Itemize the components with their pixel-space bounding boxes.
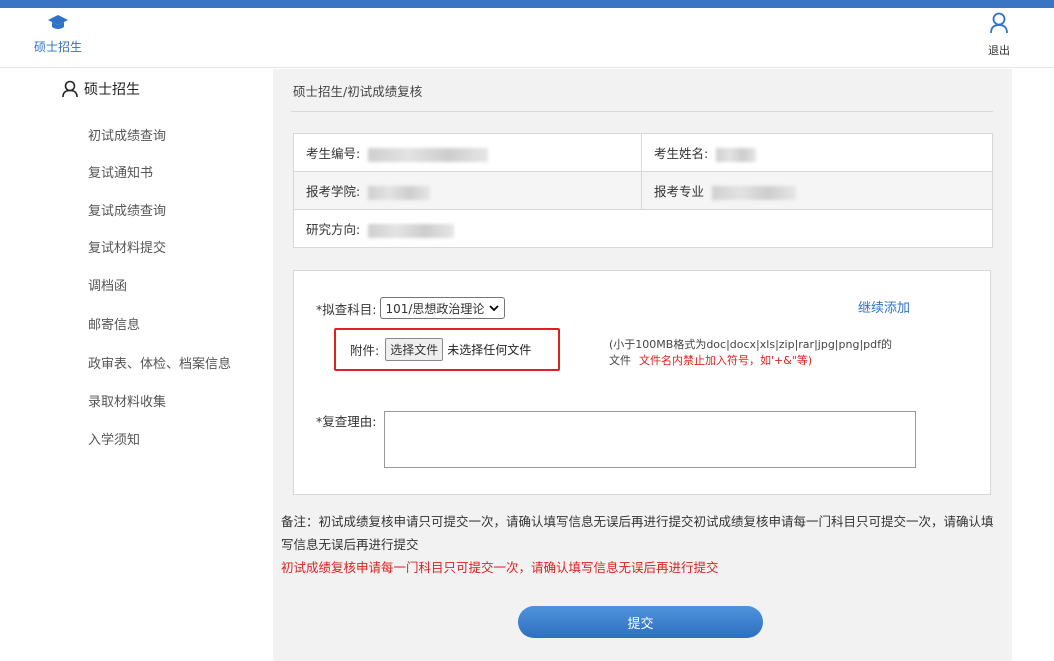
logout-button[interactable]: 退出	[984, 12, 1014, 58]
divider	[291, 111, 993, 112]
sidebar-item-retest-materials[interactable]: 复试材料提交	[88, 237, 166, 256]
note-text: 备注：初试成绩复核申请只可提交一次，请确认填写信息无误后再进行提交初试成绩复核申…	[281, 514, 994, 552]
candidate-info-table: 考生编号: 考生姓名: 报考学院: 报考专业 研究方向:	[293, 133, 993, 248]
sidebar-item-mailing-info[interactable]: 邮寄信息	[88, 314, 140, 333]
brand-home-link[interactable]: 硕士招生	[28, 14, 88, 55]
subject-row: *拟查科目: 101/思想政治理论	[316, 297, 506, 319]
graduation-cap-icon	[48, 15, 68, 29]
name-cell: 考生姓名:	[641, 133, 993, 172]
file-status: 未选择任何文件	[447, 343, 532, 357]
redacted-value	[368, 185, 431, 200]
redacted-value	[368, 223, 455, 238]
hint-warning: 文件名内禁止加入符号，如'+&"等)	[639, 354, 813, 367]
redacted-value	[368, 147, 489, 162]
attachment-hint: (小于100MB格式为doc|docx|xls|zip|rar|jpg|png|…	[609, 337, 892, 369]
subject-label: *拟查科目:	[316, 301, 377, 317]
hint-line2: 文件	[609, 354, 631, 367]
sidebar-title: 硕士招生	[62, 77, 140, 101]
college-cell: 报考学院:	[293, 171, 642, 210]
add-more-link[interactable]: 继续添加	[858, 297, 910, 316]
breadcrumb: 硕士招生/初试成绩复核	[293, 84, 423, 99]
submit-button[interactable]: 提交	[518, 606, 763, 638]
attachment-label: 附件:	[350, 343, 380, 358]
note-warning: 初试成绩复核申请每一门科目只可提交一次，请确认填写信息无误后再进行提交	[281, 560, 719, 575]
subject-select-value: 101/思想政治理论	[385, 301, 485, 316]
user-icon	[990, 12, 1008, 34]
chevron-down-icon	[489, 305, 500, 312]
header: 硕士招生 退出	[0, 8, 1054, 68]
subject-select[interactable]: 101/思想政治理论	[380, 297, 506, 319]
reason-label: *复查理由:	[316, 414, 377, 429]
table-row: 考生编号: 考生姓名:	[293, 133, 993, 172]
user-icon	[62, 80, 78, 98]
major-cell: 报考专业	[641, 171, 993, 210]
review-form: *拟查科目: 101/思想政治理论 继续添加 附件: 选择文件 未选择任何文件 …	[293, 270, 991, 495]
sidebar-title-label: 硕士招生	[84, 82, 140, 98]
choose-file-button[interactable]: 选择文件	[385, 338, 444, 361]
logout-label: 退出	[988, 44, 1010, 57]
hint-line2-row: 文件 文件名内禁止加入符号，如'+&"等)	[609, 353, 892, 369]
sidebar-item-political-review[interactable]: 政审表、体检、档案信息	[88, 353, 231, 372]
sidebar-item-enrollment-notice[interactable]: 入学须知	[88, 429, 140, 448]
reason-textarea[interactable]	[384, 411, 916, 468]
hint-line1: (小于100MB格式为doc|docx|xls|zip|rar|jpg|png|…	[609, 338, 892, 351]
direction-label: 研究方向:	[306, 222, 361, 237]
redacted-value	[716, 147, 757, 162]
top-accent-bar	[0, 0, 1054, 8]
sidebar-item-file-transfer[interactable]: 调档函	[88, 275, 127, 294]
attachment-row: 附件: 选择文件 未选择任何文件	[334, 328, 560, 371]
college-label: 报考学院:	[306, 184, 361, 199]
exam-no-cell: 考生编号:	[293, 133, 642, 172]
redacted-value	[712, 185, 796, 200]
direction-cell: 研究方向:	[293, 209, 993, 248]
sidebar-item-retest-notice[interactable]: 复试通知书	[88, 162, 153, 181]
table-row: 报考学院: 报考专业	[293, 171, 993, 210]
main-content: 硕士招生/初试成绩复核 考生编号: 考生姓名: 报考学院: 报考专业 研究方向:…	[273, 69, 1012, 661]
sidebar-item-initial-score[interactable]: 初试成绩查询	[88, 125, 166, 144]
major-label: 报考专业	[654, 184, 705, 199]
sidebar-item-admission-materials[interactable]: 录取材料收集	[88, 391, 166, 410]
table-row: 研究方向:	[293, 209, 993, 248]
sidebar-item-retest-score[interactable]: 复试成绩查询	[88, 200, 166, 219]
name-label: 考生姓名:	[654, 146, 709, 161]
exam-no-label: 考生编号:	[306, 146, 361, 161]
brand-label: 硕士招生	[33, 40, 82, 54]
sidebar: 硕士招生 初试成绩查询 复试通知书 复试成绩查询 复试材料提交 调档函 邮寄信息…	[0, 69, 272, 661]
